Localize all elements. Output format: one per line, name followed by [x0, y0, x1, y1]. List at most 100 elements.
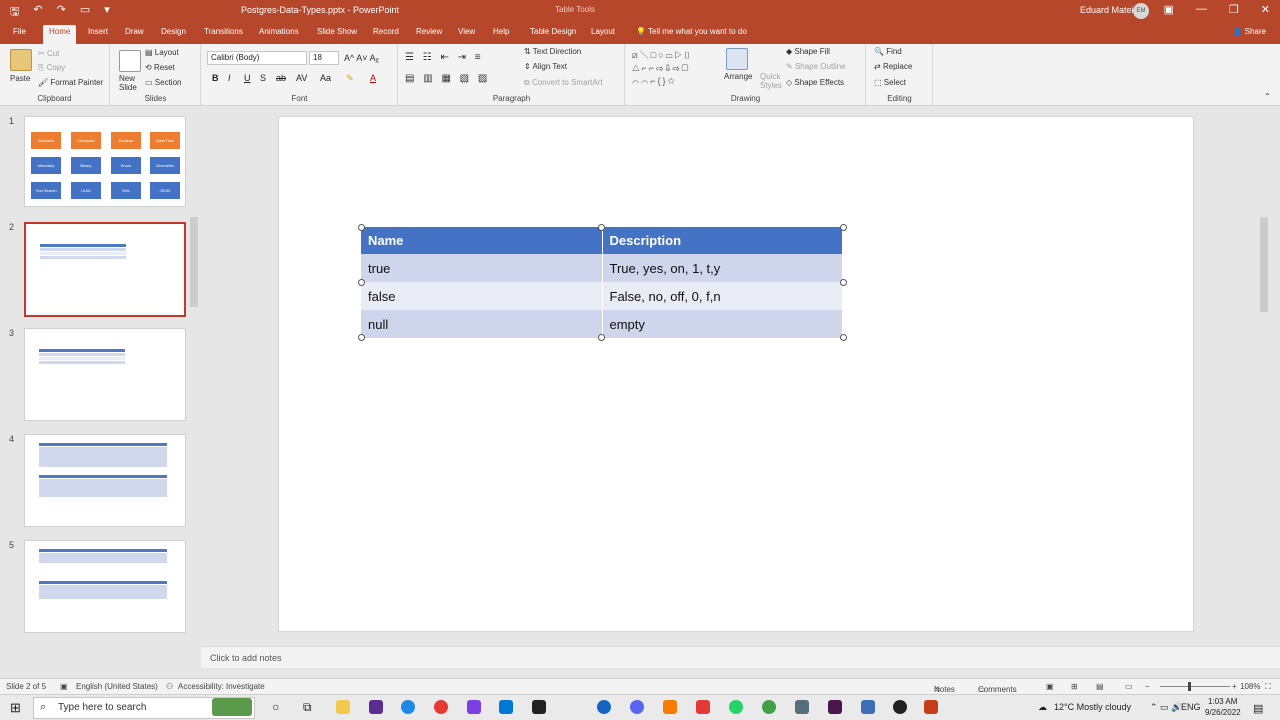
language-indicator[interactable]: ENG [1181, 702, 1201, 712]
font-name-select[interactable]: Calibri (Body) [207, 51, 307, 65]
zoom-out-icon[interactable]: − [1145, 682, 1150, 691]
shadow-button[interactable]: S [260, 73, 266, 83]
ribbon-display-icon[interactable]: ▣ [1164, 3, 1174, 16]
tab-design[interactable]: Design [161, 27, 186, 36]
shape-effects-button[interactable]: ◇ Shape Effects [786, 78, 844, 87]
cut-button[interactable]: ✂ Cut [38, 49, 59, 58]
resize-handle[interactable] [840, 224, 847, 231]
table-cell-description[interactable]: True, yes, on, 1, t,y [602, 254, 843, 282]
file-explorer-icon[interactable] [336, 700, 350, 714]
share-button[interactable]: 👤 Share [1232, 27, 1266, 36]
table-cell-description[interactable]: empty [602, 310, 843, 338]
slack-icon[interactable] [828, 700, 842, 714]
close-icon[interactable]: ✕ [1261, 3, 1270, 16]
tab-home[interactable]: Home [43, 25, 77, 44]
case-button[interactable]: Aa [320, 73, 331, 83]
copy-button[interactable]: ⎘ Copy [38, 63, 65, 73]
arrange-button[interactable]: Arrange [724, 72, 752, 81]
font-color-button[interactable]: A [370, 73, 376, 83]
resize-handle[interactable] [358, 334, 365, 341]
task-view-icon[interactable]: ⧉ [303, 700, 312, 715]
chrome-icon[interactable] [434, 700, 448, 714]
new-slide-icon[interactable] [119, 50, 141, 72]
paste-button[interactable]: Paste [10, 74, 30, 83]
slide-thumbnail-2[interactable] [24, 222, 186, 317]
notes-pane[interactable]: Click to add notes [201, 646, 1280, 668]
cortana-icon[interactable]: ○ [272, 700, 279, 714]
calculator-icon[interactable] [795, 700, 809, 714]
current-slide[interactable] [278, 116, 1194, 632]
notification-icon[interactable]: ▤ [1253, 702, 1263, 715]
weather-status[interactable]: 12°C Mostly cloudy [1054, 702, 1131, 712]
list-buttons[interactable]: ☰ ☷ ⇤ ⇥ ≡ [405, 52, 484, 63]
resize-handle[interactable] [358, 224, 365, 231]
tab-slide-show[interactable]: Slide Show [317, 27, 357, 36]
underline-button[interactable]: U [244, 73, 251, 83]
accessibility-status[interactable]: Accessibility: Investigate [178, 682, 265, 691]
fit-slide-icon[interactable]: ⛶ [1265, 682, 1271, 692]
tab-transitions[interactable]: Transitions [204, 27, 243, 36]
font-size-select[interactable]: 18 [309, 51, 339, 65]
table-cell-description[interactable]: False, no, off, 0, f,n [602, 282, 843, 310]
text-direction-button[interactable]: ⇅ Text Direction [524, 47, 581, 56]
app-icon[interactable] [762, 700, 776, 714]
resize-handle[interactable] [598, 334, 605, 341]
edge-icon[interactable] [401, 700, 415, 714]
table-header-description[interactable]: Description [602, 227, 843, 254]
slide-thumbnail-5[interactable] [24, 540, 186, 633]
data-types-table[interactable]: Name Description true True, yes, on, 1, … [361, 227, 843, 338]
app-icon[interactable] [696, 700, 710, 714]
reading-view-icon[interactable]: ▤ [1096, 682, 1104, 691]
smartart-button[interactable]: ⧉ Convert to SmartArt [524, 78, 603, 88]
clock-date[interactable]: 9/26/2022 [1205, 708, 1241, 717]
user-name[interactable]: Eduard Matei [1080, 5, 1134, 15]
language-status[interactable]: English (United States) [76, 682, 158, 691]
slideshow-icon[interactable]: ▭ [1125, 682, 1133, 691]
spacing-button[interactable]: AV [296, 73, 307, 83]
collapse-ribbon-icon[interactable]: ⌃ [1264, 92, 1271, 101]
select-button[interactable]: ⬚ Select [874, 78, 906, 87]
section-button[interactable]: ▭ Section [145, 78, 181, 87]
align-buttons[interactable]: ▤ ▥ ▦ ▧ ▨ [405, 73, 490, 84]
shape-outline-button[interactable]: ✎ Shape Outline [786, 62, 846, 71]
replace-button[interactable]: ⇄ Replace [874, 62, 912, 71]
app-icon[interactable] [861, 700, 875, 714]
tab-table-design[interactable]: Table Design [530, 27, 576, 36]
bold-button[interactable]: B [212, 73, 219, 83]
zoom-slider[interactable] [1160, 686, 1230, 687]
table-cell-name[interactable]: true [361, 254, 603, 282]
slide-sorter-icon[interactable]: ⊞ [1071, 682, 1078, 691]
shape-fill-button[interactable]: ◆ Shape Fill [786, 47, 830, 56]
resize-handle[interactable] [598, 224, 605, 231]
zoom-in-icon[interactable]: + [1232, 682, 1237, 691]
app-icon[interactable] [893, 700, 907, 714]
tab-view[interactable]: View [458, 27, 475, 36]
tab-record[interactable]: Record [373, 27, 399, 36]
slide-thumbnail-4[interactable] [24, 434, 186, 527]
arrange-icon[interactable] [726, 48, 748, 70]
powerpoint-icon[interactable] [924, 700, 938, 714]
resize-handle[interactable] [358, 279, 365, 286]
zoom-slider-thumb[interactable] [1188, 682, 1191, 691]
spellcheck-icon[interactable]: ▣ [60, 682, 68, 691]
restore-icon[interactable]: ❐ [1229, 3, 1239, 16]
avatar[interactable]: EM [1133, 3, 1149, 19]
slide-thumbnail-3[interactable] [24, 328, 186, 421]
canvas-scrollbar[interactable] [1260, 217, 1268, 312]
thumbnail-scrollbar[interactable] [190, 217, 198, 307]
strike-button[interactable]: ab [276, 73, 286, 83]
font-size-buttons[interactable]: A^ A˅ Aᵪ [344, 53, 379, 63]
quick-styles-button[interactable]: Quick Styles [760, 72, 786, 90]
reset-button[interactable]: ⟲ Reset [145, 63, 175, 72]
normal-view-icon[interactable]: ▣ [1046, 682, 1054, 691]
app-icon[interactable] [663, 700, 677, 714]
visual-studio-icon[interactable] [369, 700, 383, 714]
vscode-icon[interactable] [499, 700, 513, 714]
tab-animations[interactable]: Animations [259, 27, 299, 36]
start-icon[interactable]: ⊞ [10, 700, 21, 716]
minimize-icon[interactable]: — [1196, 3, 1207, 16]
table-cell-name[interactable]: false [361, 282, 603, 310]
slide-thumbnail-1[interactable]: Numbers Character Boolean Date/Time Mone… [24, 116, 186, 207]
shapes-gallery[interactable]: ⧄＼□○▭▷▯ △⌐⌐⇨⇩⇨▢ ⌒⌒⌐{}☆ [632, 49, 714, 86]
discord-icon[interactable] [630, 700, 644, 714]
